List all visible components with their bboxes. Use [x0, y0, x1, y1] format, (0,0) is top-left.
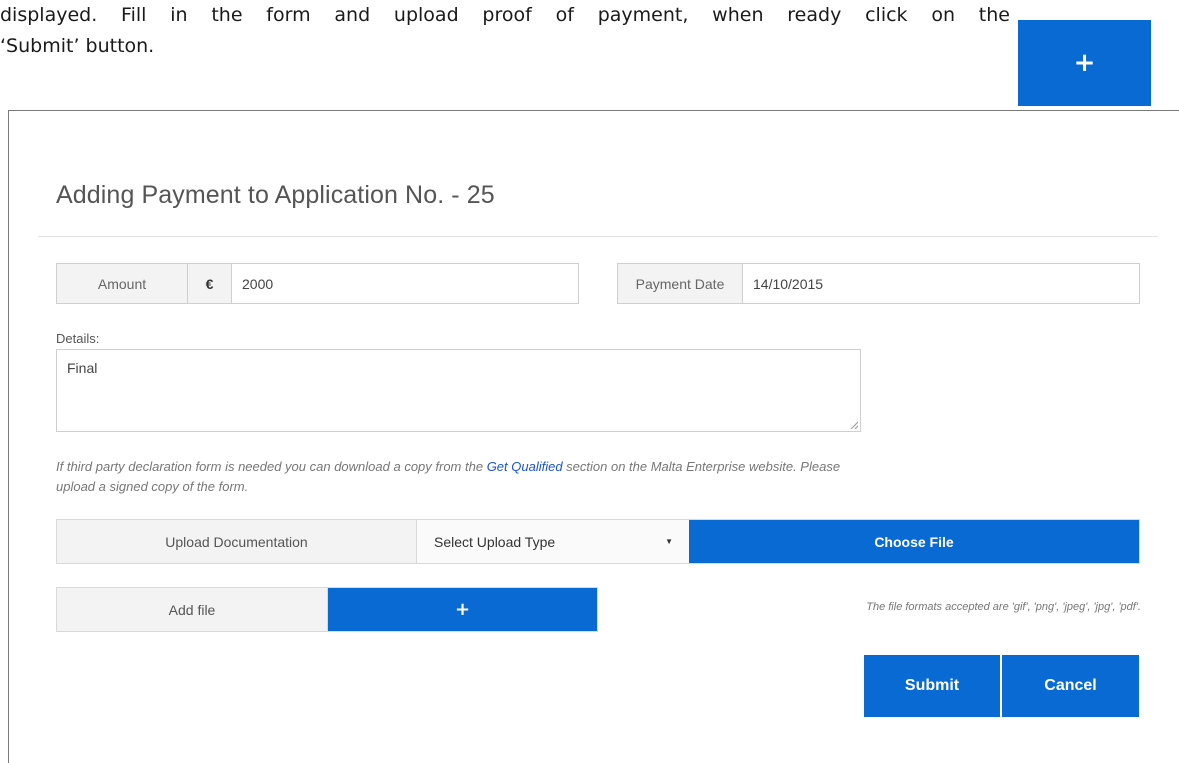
details-value: Final	[67, 360, 98, 376]
amount-field-group: Amount € 2000	[56, 263, 579, 304]
document-line: ‘Submit’ button.	[0, 35, 155, 57]
upload-documentation-label: Upload Documentation	[57, 520, 417, 563]
details-textarea[interactable]: Final	[56, 349, 861, 432]
plus-icon: +	[454, 599, 471, 620]
hint-text: If third party declaration form is neede…	[56, 459, 487, 474]
choose-file-button[interactable]: Choose File	[689, 520, 1139, 563]
resize-handle-icon[interactable]	[850, 421, 858, 429]
payment-date-field-group: Payment Date 14/10/2015	[617, 263, 1140, 304]
amount-label: Amount	[57, 264, 188, 303]
amount-input[interactable]: 2000	[232, 264, 578, 303]
add-file-button[interactable]: +	[328, 588, 597, 631]
currency-addon: €	[188, 264, 232, 303]
payment-date-input[interactable]: 14/10/2015	[743, 264, 1139, 303]
details-label: Details:	[56, 331, 100, 346]
third-party-hint: If third party declaration form is neede…	[56, 457, 856, 497]
document-line: displayed. Fill in the form and upload p…	[0, 4, 1010, 26]
modal-border	[8, 110, 1179, 111]
submit-button[interactable]: Submit	[864, 655, 1000, 717]
upload-documentation-row: Upload Documentation Select Upload Type …	[56, 519, 1140, 564]
add-file-label: Add file	[57, 588, 328, 631]
plus-icon: +	[1073, 48, 1096, 78]
add-file-row: Add file +	[56, 587, 598, 632]
title-divider	[38, 236, 1158, 237]
get-qualified-link[interactable]: Get Qualified	[487, 459, 563, 474]
add-payment-button[interactable]: +	[1018, 20, 1151, 106]
modal-border	[8, 110, 9, 763]
modal-title: Adding Payment to Application No. - 25	[56, 181, 495, 209]
cancel-button[interactable]: Cancel	[1002, 655, 1139, 717]
document-text: displayed. Fill in the form and upload p…	[0, 0, 1010, 62]
upload-type-select[interactable]: Select Upload Type ▼	[417, 520, 689, 563]
caret-down-icon: ▼	[665, 537, 673, 546]
payment-date-label: Payment Date	[618, 264, 743, 303]
upload-type-value: Select Upload Type	[434, 533, 556, 550]
file-formats-note: The file formats accepted are 'gif', 'pn…	[866, 601, 1141, 613]
